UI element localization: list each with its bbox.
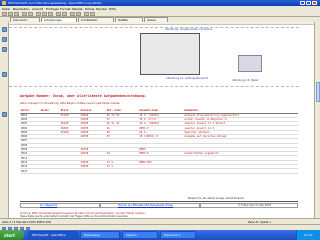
preview-icon[interactable] [28,12,33,16]
close-icon[interactable] [312,1,317,5]
bookmark-icon[interactable] [2,112,7,117]
maximize-icon[interactable] [306,1,311,5]
system-tray: 11:52 [296,230,320,240]
page-border-2 [9,86,299,87]
copyright-text: © Frank Karl im Mai 2007 [238,204,272,207]
main-page-link[interactable]: Zurück zur Pflichtenheft-Hauptseite (Fol… [118,204,173,207]
requirements-table: Zeile Woche Block Adresse Akt.-Code Ausw… [20,109,298,174]
table-cell [138,168,184,174]
save-icon[interactable] [14,12,19,16]
taskbar-writer[interactable]: Pflichtenheft - OpenOffice [28,231,78,239]
table-footnote: Beispiel für den Ablauf Anlage, Ablauf Z… [188,197,244,200]
window-title: Pflichtenheft und Anforderungskatalog - … [8,1,102,5]
table-cell [79,168,106,174]
embedded-screenshot[interactable] [140,33,200,75]
vertical-scrollbar[interactable] [314,22,320,218]
redo-icon[interactable] [62,12,67,16]
paste-icon[interactable] [48,12,53,16]
footer-divider [20,201,298,202]
scrollbar-thumb[interactable] [316,82,320,102]
table-cell [183,168,298,174]
page-border [9,27,299,28]
footer-cell-left [20,203,100,208]
figure-caption: Abbildung 12: Auftragsübersicht [166,77,208,80]
navigator-panel-icon[interactable] [2,47,7,52]
table-cell [59,168,80,174]
start-button[interactable]: start [0,230,24,240]
clock: 11:52 [304,233,313,237]
writer-icon [2,1,6,5]
taskbar-mail[interactable]: Posteingang [80,231,120,239]
minimize-icon[interactable] [300,1,305,5]
table-icon[interactable] [70,12,75,16]
properties-icon[interactable] [2,72,7,77]
table-cell: 0014 [20,168,40,174]
cut-icon[interactable] [36,12,41,16]
top-caption: Abbildung: Aufgabenliste mit Status [165,28,212,31]
open-icon[interactable] [8,12,13,16]
detail-image[interactable] [238,55,262,72]
side-panel [0,22,9,218]
print-icon[interactable] [22,12,27,16]
side-caption: Abbildung 13: Detail [232,79,259,82]
undo-icon[interactable] [56,12,61,16]
section-heading: Aufgabe Nummer: Vorab, aber allerliebste… [20,94,147,98]
copy-icon[interactable] [42,12,47,16]
overview-link[interactable]: zur Übersicht [40,204,57,207]
table-cell [39,168,60,174]
gallery-icon[interactable] [2,37,7,42]
table-row: 0014 [20,168,298,174]
navigator-icon[interactable] [90,12,95,16]
table-cell [105,168,139,174]
find-icon[interactable] [84,12,89,16]
new-icon[interactable] [2,12,7,16]
taskbar-explorer[interactable]: Explorer [122,231,158,239]
taskbar: start Pflichtenheft - OpenOffice Postein… [0,230,320,240]
section-note: Wenn Anlagen im Umsetzung, bitte Beginn … [20,102,121,105]
taskbar-doc2[interactable]: Dokument 2 [160,231,196,239]
styles-icon[interactable] [2,27,7,32]
image-icon[interactable] [76,12,81,16]
table-body: 0001 07100 29558 25 33 33 18 S. (CROSS) Adres… [20,113,298,174]
